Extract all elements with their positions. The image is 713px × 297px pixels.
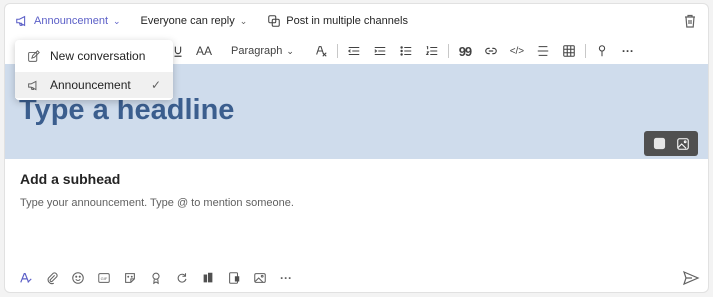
bulleted-list-icon: [400, 46, 412, 56]
loop-component-button[interactable]: [589, 40, 615, 62]
emoji-icon: [72, 272, 84, 284]
numbered-list-icon: [425, 46, 438, 56]
decrease-indent-button[interactable]: [341, 40, 367, 62]
horizontal-rule-button[interactable]: [530, 40, 556, 62]
compose-top-bar: Announcement ⌄ Everyone can reply ⌄ Post…: [5, 4, 708, 38]
sticker-button[interactable]: [119, 267, 141, 289]
toolbar-divider: [584, 44, 586, 58]
reply-setting-label: Everyone can reply: [140, 15, 235, 27]
emoji-button[interactable]: [67, 267, 89, 289]
loop-icon: [177, 273, 187, 283]
schedule-meeting-button[interactable]: [197, 267, 219, 289]
svg-text:GIF: GIF: [101, 276, 108, 281]
clear-formatting-button[interactable]: [308, 40, 334, 62]
outdent-icon: [347, 46, 360, 56]
megaphone-icon: [16, 15, 26, 27]
banner-image-button[interactable]: [675, 136, 691, 152]
forms-button[interactable]: [223, 267, 245, 289]
formatting-toolbar: AA Paragraph ⌄ 99 </> ···: [165, 38, 641, 64]
link-icon: [485, 47, 497, 55]
delete-button[interactable]: [682, 13, 698, 29]
paragraph-label: Paragraph: [231, 45, 283, 57]
paperclip-icon: [47, 272, 58, 285]
increase-indent-button[interactable]: [367, 40, 393, 62]
toolbar-divider: [447, 44, 449, 58]
bulleted-list-button[interactable]: [393, 40, 419, 62]
subhead-input[interactable]: Add a subhead: [20, 171, 120, 187]
praise-button[interactable]: [145, 267, 167, 289]
menu-item-label: New conversation: [50, 49, 146, 63]
menu-item-new-conversation[interactable]: New conversation: [15, 43, 173, 69]
attach-button[interactable]: [41, 267, 63, 289]
indent-icon: [374, 46, 386, 56]
insert-table-button[interactable]: [556, 40, 582, 62]
clear-formatting-icon: [316, 46, 327, 57]
chevron-down-icon: ⌄: [286, 45, 294, 56]
format-button[interactable]: [15, 267, 37, 289]
sticker-icon: [125, 273, 135, 283]
send-icon: [683, 270, 700, 286]
table-icon: [563, 45, 575, 57]
banner-color-button[interactable]: [652, 136, 668, 152]
chevron-down-icon: ⌄: [239, 15, 248, 26]
format-pen-icon: [20, 273, 32, 283]
praise-medal-icon: [152, 272, 160, 285]
message-body-input[interactable]: Type your announcement. Type @ to mentio…: [20, 197, 294, 209]
loop-button[interactable]: [171, 267, 193, 289]
insert-image-button[interactable]: [249, 267, 271, 289]
compose-card: Announcement ⌄ Everyone can reply ⌄ Post…: [4, 3, 709, 293]
checkmark-icon: ✓: [150, 78, 161, 92]
post-type-label: Announcement: [34, 15, 108, 27]
quote-icon: 99: [458, 43, 473, 59]
more-formatting-button[interactable]: ···: [615, 40, 641, 62]
post-type-dropdown[interactable]: Announcement ⌄: [15, 14, 121, 28]
megaphone-icon: [28, 80, 37, 90]
image-icon: [676, 137, 689, 150]
send-button[interactable]: [682, 269, 700, 287]
link-button[interactable]: [478, 40, 504, 62]
multi-channel-icon: [268, 15, 281, 27]
compose-bottom-bar: GIF ···: [5, 264, 708, 292]
reply-setting-dropdown[interactable]: Everyone can reply ⌄: [141, 15, 248, 27]
gif-button[interactable]: GIF: [93, 267, 115, 289]
code-icon: </>: [509, 45, 525, 57]
app-tiles-icon: [203, 272, 213, 283]
font-size-icon: AA: [195, 44, 212, 58]
menu-item-announcement[interactable]: Announcement ✓: [15, 72, 173, 98]
color-swatch-icon: [653, 137, 666, 150]
more-options-button[interactable]: ···: [275, 267, 297, 289]
paragraph-dropdown[interactable]: Paragraph ⌄: [225, 40, 300, 62]
forms-icon: [229, 272, 240, 284]
post-type-menu: New conversation Announcement ✓: [15, 40, 173, 100]
underline-icon: [174, 46, 182, 57]
quote-button[interactable]: 99: [452, 40, 478, 62]
horizontal-rule-icon: [537, 46, 549, 56]
more-icon: ···: [621, 44, 634, 58]
toolbar-divider: [336, 44, 338, 58]
chevron-down-icon: ⌄: [113, 15, 121, 26]
code-button[interactable]: </>: [504, 40, 530, 62]
compose-icon: [28, 49, 40, 62]
trash-icon: [685, 14, 695, 28]
multi-channel-button[interactable]: Post in multiple channels: [267, 14, 408, 28]
more-icon: ···: [280, 271, 292, 285]
pin-icon: [598, 45, 606, 57]
font-size-button[interactable]: AA: [191, 40, 217, 62]
numbered-list-button[interactable]: [419, 40, 445, 62]
banner-image-controls: [644, 131, 698, 156]
image-icon: [254, 273, 266, 283]
multi-channel-label: Post in multiple channels: [286, 15, 408, 27]
menu-item-label: Announcement: [50, 78, 131, 92]
gif-icon: GIF: [98, 273, 110, 283]
